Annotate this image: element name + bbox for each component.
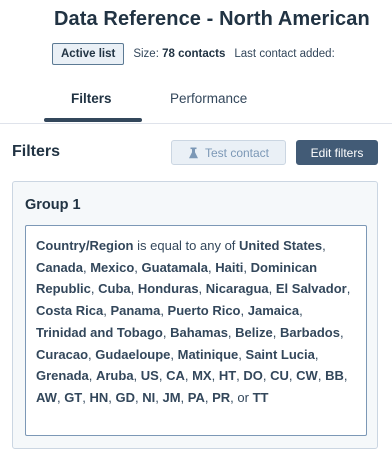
filter-property: Country/Region bbox=[36, 238, 134, 253]
filter-value-separator: , bbox=[322, 238, 326, 253]
filter-value: TT bbox=[252, 389, 269, 405]
filter-value-separator: , bbox=[108, 389, 116, 405]
filter-value-separator: , bbox=[198, 281, 206, 297]
filter-value: Cuba bbox=[98, 281, 131, 297]
filter-value: CU bbox=[270, 368, 289, 384]
filter-value-separator: , bbox=[299, 303, 303, 319]
filter-value: Grenada bbox=[36, 368, 89, 384]
filter-value-separator: , bbox=[343, 368, 348, 384]
filter-value-separator: , bbox=[339, 324, 344, 340]
filter-value: Aruba bbox=[95, 368, 134, 384]
filter-value: Curacao bbox=[36, 346, 89, 362]
filter-value: NI bbox=[142, 389, 156, 405]
filter-value: Gudaeloupe bbox=[95, 346, 171, 362]
filter-value-separator: , bbox=[240, 303, 248, 319]
filter-value: CW bbox=[296, 368, 318, 384]
filter-value-separator: , bbox=[134, 259, 142, 275]
list-size: Size: 78 contacts bbox=[133, 48, 225, 60]
filter-value: AW bbox=[36, 389, 57, 405]
filter-value-separator: , bbox=[314, 346, 319, 362]
filter-value: Nicaragua bbox=[205, 281, 269, 297]
list-type-badge: Active list bbox=[52, 43, 125, 65]
filter-value-separator: , bbox=[133, 368, 141, 384]
filter-value: DO bbox=[243, 368, 263, 384]
filter-value: Bahamas bbox=[170, 324, 228, 340]
filter-value: HN bbox=[89, 389, 109, 405]
filter-value: CA bbox=[166, 368, 185, 384]
tab-bar: Filters Performance bbox=[0, 80, 392, 124]
filter-value: Matinique bbox=[177, 346, 239, 362]
size-value: 78 contacts bbox=[162, 48, 226, 60]
list-meta-row: Active list Size: 78 contacts Last conta… bbox=[52, 43, 335, 65]
filter-value: GT bbox=[64, 389, 83, 405]
filter-value-separator: , bbox=[268, 281, 276, 297]
active-tab-indicator bbox=[44, 118, 142, 122]
filter-value-separator: , bbox=[180, 389, 188, 405]
group-title: Group 1 bbox=[25, 197, 81, 213]
flask-icon bbox=[188, 147, 199, 159]
filters-heading: Filters bbox=[12, 143, 61, 160]
filter-value: JM bbox=[162, 389, 181, 405]
filter-value: Trinidad and Tobago bbox=[36, 324, 163, 340]
filter-value-separator: , bbox=[317, 368, 326, 384]
filter-value: El Salvador bbox=[275, 281, 347, 297]
filter-value-separator: , bbox=[243, 259, 251, 275]
tab-filters[interactable]: Filters bbox=[71, 91, 112, 106]
page-title: Data Reference - North American bbox=[54, 8, 370, 30]
filter-value: Saint Lucia bbox=[245, 346, 315, 362]
filter-value-separator: , bbox=[272, 324, 280, 340]
filter-value: Mexico bbox=[90, 259, 135, 275]
filter-value-separator: , bbox=[130, 281, 138, 297]
filter-value: US bbox=[140, 368, 159, 384]
filter-value: United States bbox=[239, 238, 323, 253]
edit-filters-button[interactable]: Edit filters bbox=[296, 140, 378, 165]
filter-value-separator: , bbox=[184, 368, 193, 384]
filter-value-separator: , bbox=[88, 368, 96, 384]
filter-value: HT bbox=[218, 368, 237, 384]
filter-criteria[interactable]: Country/Region is equal to any of United… bbox=[25, 225, 367, 436]
filter-value: PR bbox=[212, 389, 231, 405]
filter-value: Haiti bbox=[215, 259, 244, 275]
filter-value-separator: , bbox=[158, 368, 167, 384]
filter-value: Guatamala bbox=[141, 259, 208, 275]
filter-value: Belize bbox=[235, 324, 273, 340]
filter-value: Puerto Rico bbox=[167, 303, 241, 319]
filter-value: MX bbox=[192, 368, 212, 384]
size-label: Size: bbox=[133, 48, 159, 60]
filter-value-separator: , bbox=[238, 346, 246, 362]
test-contact-button[interactable]: Test contact bbox=[171, 140, 286, 165]
filter-value-separator: , bbox=[211, 368, 219, 384]
filter-value: Canada bbox=[36, 259, 83, 275]
filter-value: Costa Rica bbox=[36, 303, 104, 319]
filter-value: BB bbox=[325, 368, 344, 384]
filter-value-separator: , or bbox=[230, 389, 253, 405]
filter-value: GD bbox=[115, 389, 136, 405]
filter-value: Barbados bbox=[279, 324, 340, 340]
test-contact-label: Test contact bbox=[204, 145, 270, 160]
filter-value: Panama bbox=[110, 303, 161, 319]
filter-group-card: Group 1 Country/Region is equal to any o… bbox=[12, 181, 378, 449]
last-contact-added-label: Last contact added: bbox=[234, 48, 335, 60]
filter-value: Honduras bbox=[137, 281, 199, 297]
tab-performance[interactable]: Performance bbox=[170, 91, 247, 106]
filter-operator: is equal to any of bbox=[137, 238, 236, 253]
filter-value-separator: , bbox=[160, 303, 168, 319]
filter-value-separator: , bbox=[346, 281, 351, 297]
list-detail-page: Data Reference - North American Active l… bbox=[0, 0, 392, 464]
filter-value: PA bbox=[187, 389, 205, 405]
filter-value: Jamaica bbox=[247, 303, 300, 319]
filter-value-separator: , bbox=[170, 346, 178, 362]
